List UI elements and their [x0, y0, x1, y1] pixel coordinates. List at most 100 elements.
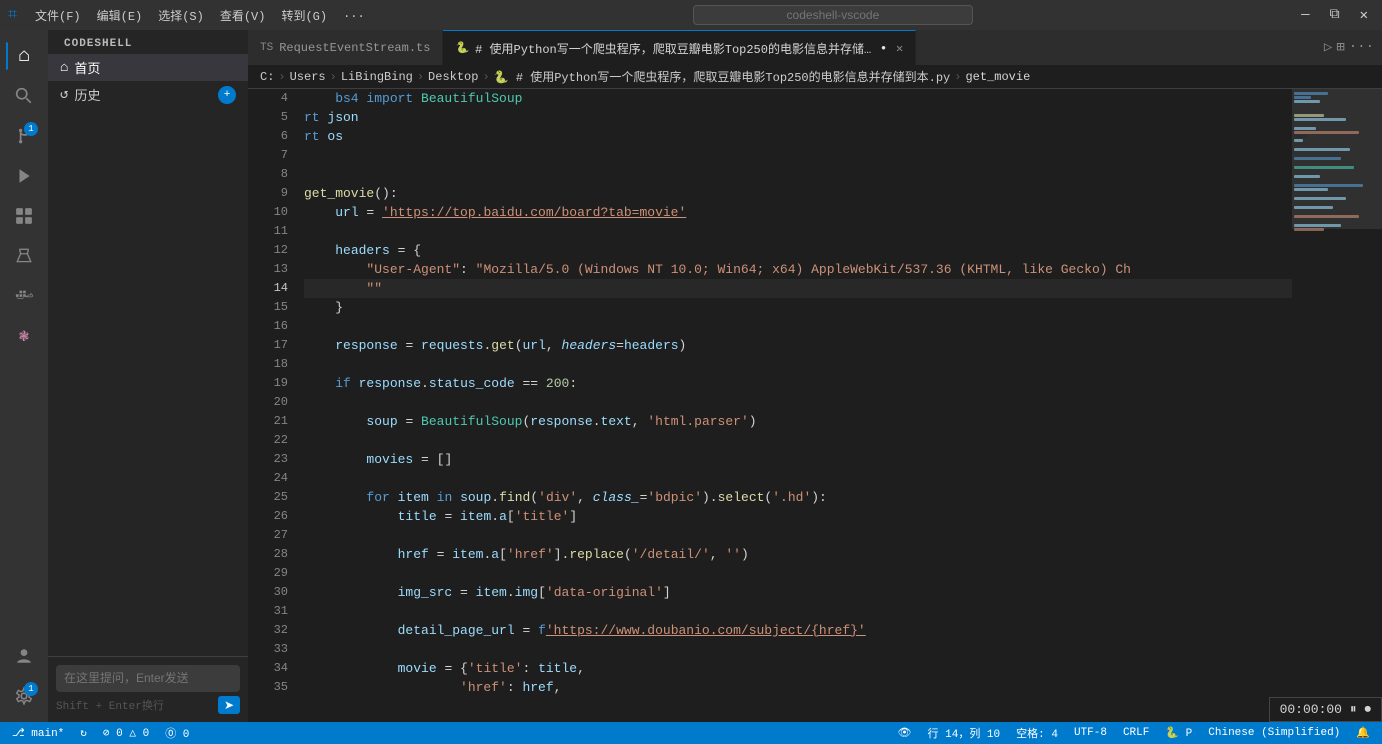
code-line-14: ""	[304, 279, 1292, 298]
status-chinese[interactable]: Chinese (Simplified)	[1204, 727, 1344, 739]
menu-bar: 文件(F) 编辑(E) 选择(S) 查看(V) 转到(G) ...	[29, 5, 371, 26]
tab-ts[interactable]: TS RequestEventStream.ts	[248, 30, 443, 65]
menu-goto[interactable]: 转到(G)	[275, 5, 333, 26]
code-line-10: url = 'https://top.baidu.com/board?tab=m…	[304, 203, 1292, 222]
bc-c[interactable]: C:	[260, 70, 274, 84]
code-line-30: img_src = item.img['data-original']	[304, 583, 1292, 602]
status-visibility[interactable]: 👁	[894, 726, 916, 740]
status-info[interactable]: ⓪ 0	[161, 725, 193, 741]
main-layout: ⌂ 1 ❃ 1 CO	[0, 30, 1382, 722]
activity-git[interactable]: 1	[6, 118, 42, 154]
code-editor[interactable]: 4 5 6 7 8 9 10 11 12 13 14 15 16 17 18 1…	[248, 89, 1382, 722]
ln-19: 19	[248, 374, 288, 393]
bc-users[interactable]: Users	[290, 70, 326, 84]
new-chat-button[interactable]: +	[218, 86, 236, 104]
code-line-11	[304, 222, 1292, 241]
chat-input[interactable]	[64, 671, 232, 685]
status-left: ⎇ main* ↻ ⊘ 0 △ 0 ⓪ 0	[8, 725, 193, 741]
status-line-col[interactable]: 行 14，列 10	[924, 725, 1005, 741]
code-line-17: response = requests.get(url, headers=hea…	[304, 336, 1292, 355]
menu-select[interactable]: 选择(S)	[152, 5, 210, 26]
status-lang[interactable]: 🐍 P	[1161, 726, 1196, 740]
code-line-7	[304, 146, 1292, 165]
restore-button[interactable]: ⧉	[1324, 5, 1346, 26]
ln-34: 34	[248, 659, 288, 678]
code-line-22	[304, 431, 1292, 450]
ln-9: 9	[248, 184, 288, 203]
activity-test[interactable]	[6, 238, 42, 274]
activity-debug[interactable]	[6, 158, 42, 194]
ln-5: 5	[248, 108, 288, 127]
window-controls: — ⧉ ✕	[1295, 5, 1374, 26]
ln-4: 4	[248, 89, 288, 108]
status-errors[interactable]: ⊘ 0 △ 0	[99, 726, 153, 740]
ln-29: 29	[248, 564, 288, 583]
code-line-34: movie = {'title': title,	[304, 659, 1292, 678]
status-encoding[interactable]: UTF-8	[1070, 727, 1111, 739]
bc-user[interactable]: LiBingBing	[341, 70, 413, 84]
bc-symbol[interactable]: get_movie	[965, 70, 1030, 84]
ln-32: 32	[248, 621, 288, 640]
tab-split-button[interactable]: ▷	[1324, 39, 1332, 56]
tab-bar: TS RequestEventStream.ts 🐍 # 使用Python写一个…	[248, 30, 1382, 65]
code-line-32: detail_page_url = f'https://www.doubanio…	[304, 621, 1292, 640]
chat-send-button[interactable]: ➤	[218, 696, 240, 714]
ln-33: 33	[248, 640, 288, 659]
chat-input-box	[56, 665, 240, 692]
tab-more-button[interactable]: ···	[1349, 39, 1374, 56]
ln-22: 22	[248, 431, 288, 450]
menu-edit[interactable]: 编辑(E)	[91, 5, 149, 26]
ln-8: 8	[248, 165, 288, 184]
ln-6: 6	[248, 127, 288, 146]
ln-23: 23	[248, 450, 288, 469]
activity-home[interactable]: ⌂	[6, 38, 42, 74]
tab-py-lang: 🐍	[455, 41, 469, 55]
ln-18: 18	[248, 355, 288, 374]
minimize-button[interactable]: —	[1295, 5, 1315, 26]
bc-desktop[interactable]: Desktop	[428, 70, 478, 84]
code-line-25: for item in soup.find('div', class_='bdp…	[304, 488, 1292, 507]
history-icon: ↺	[60, 86, 68, 103]
timer-pause-button[interactable]: ⏸	[1350, 702, 1357, 717]
search-input[interactable]	[693, 5, 973, 25]
activity-extensions[interactable]	[6, 198, 42, 234]
activity-settings[interactable]: 1	[6, 678, 42, 714]
chat-hint-text: Shift + Enter换行	[56, 697, 164, 713]
status-sync[interactable]: ↻	[76, 726, 91, 740]
status-bar: ⎇ main* ↻ ⊘ 0 △ 0 ⓪ 0 👁 行 14，列 10 空格: 4 …	[0, 722, 1382, 744]
tab-py-close[interactable]: ✕	[896, 41, 903, 56]
code-line-20	[304, 393, 1292, 412]
code-line-29	[304, 564, 1292, 583]
sidebar-nav: ⌂ 首页 ↺ 历史 +	[48, 54, 248, 108]
tab-controls: ▷ ⊞ ···	[1316, 39, 1382, 56]
menu-more[interactable]: ...	[337, 5, 371, 26]
ln-25: 25	[248, 488, 288, 507]
code-line-6: rt os	[304, 127, 1292, 146]
code-line-31	[304, 602, 1292, 621]
activity-docker[interactable]	[6, 278, 42, 314]
sidebar: CODESHELL ⌂ 首页 ↺ 历史 + Shift + Enter换行 ➤	[48, 30, 248, 722]
activity-codeshell[interactable]: ❃	[6, 318, 42, 354]
timer-record-button[interactable]: ⏺	[1365, 702, 1372, 717]
code-content[interactable]: bs4 import BeautifulSoup rt json rt os g…	[296, 89, 1292, 722]
status-branch[interactable]: ⎇ main*	[8, 726, 68, 740]
activity-search[interactable]	[6, 78, 42, 114]
ln-13: 13	[248, 260, 288, 279]
tab-py[interactable]: 🐍 # 使用Python写一个爬虫程序，爬取豆瓣电影Top250的电影信息并存储…	[443, 30, 916, 65]
status-eol[interactable]: CRLF	[1119, 727, 1153, 739]
status-spaces[interactable]: 空格: 4	[1012, 725, 1062, 741]
breadcrumb: C: › Users › LiBingBing › Desktop › 🐍 # …	[248, 65, 1382, 89]
close-button[interactable]: ✕	[1354, 5, 1374, 26]
activity-account[interactable]	[6, 638, 42, 674]
ln-15: 15	[248, 298, 288, 317]
tab-layout-button[interactable]: ⊞	[1336, 39, 1344, 56]
ln-17: 17	[248, 336, 288, 355]
menu-file[interactable]: 文件(F)	[29, 5, 87, 26]
sidebar-item-home[interactable]: ⌂ 首页	[48, 54, 248, 81]
ln-16: 16	[248, 317, 288, 336]
status-right: 👁 行 14，列 10 空格: 4 UTF-8 CRLF 🐍 P Chinese…	[894, 725, 1374, 741]
menu-view[interactable]: 查看(V)	[214, 5, 272, 26]
sidebar-item-history[interactable]: ↺ 历史 +	[48, 81, 248, 108]
bc-file[interactable]: 🐍 # 使用Python写一个爬虫程序，爬取豆瓣电影Top250的电影信息并存储…	[494, 68, 951, 85]
status-bell[interactable]: 🔔	[1352, 726, 1374, 740]
